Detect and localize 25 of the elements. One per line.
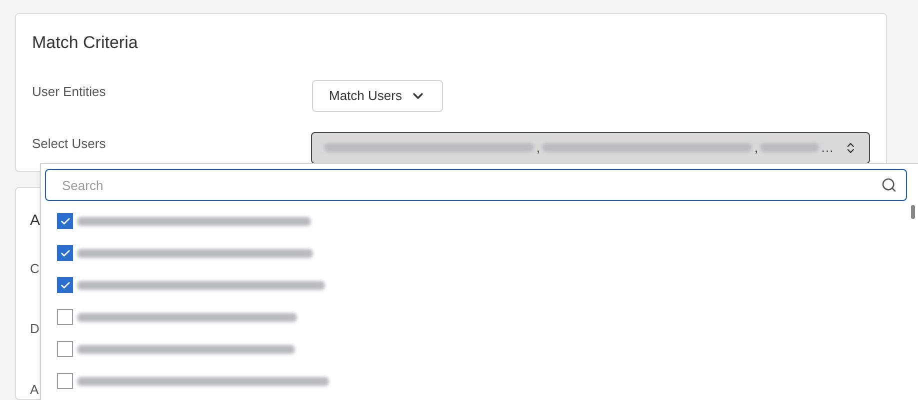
blurred-text xyxy=(760,143,819,152)
search-field[interactable]: Search xyxy=(45,169,907,201)
section-title: Match Criteria xyxy=(32,32,139,54)
field-label: D xyxy=(30,320,40,338)
field-label: C xyxy=(30,260,40,278)
separator-text: , xyxy=(536,138,540,157)
checkbox[interactable] xyxy=(57,277,73,293)
field-label: Select Users xyxy=(32,134,107,152)
check-icon xyxy=(60,248,70,258)
scrollbar-thumb[interactable] xyxy=(911,205,915,219)
field-label: A xyxy=(30,380,39,398)
check-icon xyxy=(60,280,70,290)
checkbox[interactable] xyxy=(57,309,73,325)
separator-text: … xyxy=(820,138,834,157)
match-users-dropdown[interactable]: Match Users xyxy=(312,80,443,112)
section-title: A xyxy=(30,211,40,231)
checkbox[interactable] xyxy=(57,373,73,389)
separator-text: , xyxy=(754,138,758,157)
checkbox[interactable] xyxy=(57,245,73,261)
field-label: User Entities xyxy=(32,82,107,100)
checkbox[interactable] xyxy=(57,213,73,229)
select-users-field[interactable]: , , … xyxy=(311,132,870,164)
check-icon xyxy=(60,216,70,226)
search-icon xyxy=(881,177,897,193)
checkbox[interactable] xyxy=(57,341,73,357)
